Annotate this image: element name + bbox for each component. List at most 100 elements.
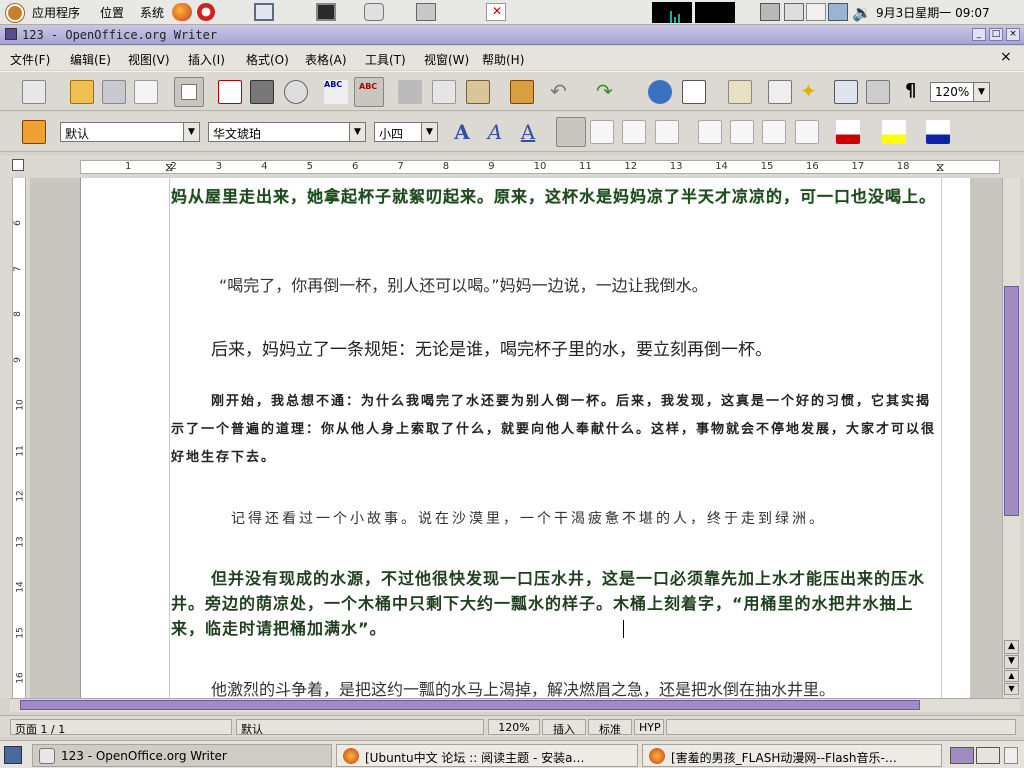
print-icon[interactable] <box>250 80 274 104</box>
chevron-down-icon[interactable]: ▼ <box>349 123 365 141</box>
window-menu-icon[interactable] <box>5 28 17 40</box>
left-indent-marker[interactable]: ⧖ <box>165 160 173 175</box>
numbering-icon[interactable] <box>698 120 722 144</box>
vertical-scrollbar[interactable]: ▲ ▼ ▲ ▼ <box>1002 178 1020 698</box>
places-menu[interactable]: 位置 <box>100 4 124 21</box>
menu-help[interactable]: 帮助(H) <box>482 51 524 68</box>
bullets-icon[interactable] <box>730 120 754 144</box>
workspace-1[interactable] <box>950 747 974 764</box>
ubuntu-logo-icon[interactable] <box>6 4 24 22</box>
monitor-icon[interactable] <box>828 3 848 21</box>
paste-icon[interactable] <box>466 80 490 104</box>
scroll-up-icon[interactable]: ▲ <box>1004 640 1019 654</box>
document-icon[interactable]: ✕ <box>486 3 506 21</box>
maximize-button[interactable]: □ <box>989 28 1003 41</box>
page-indicator[interactable]: 页面 1 / 1 <box>10 719 232 736</box>
menu-tools[interactable]: 工具(T) <box>365 51 406 68</box>
auto-spellcheck-icon[interactable]: ABC <box>354 77 384 107</box>
bold-icon[interactable]: A <box>450 120 474 144</box>
next-page-icon[interactable]: ▼ <box>1004 683 1019 695</box>
increase-indent-icon[interactable] <box>795 120 819 144</box>
system-menu[interactable]: 系统 <box>140 4 164 21</box>
vertical-ruler-strip[interactable]: 6 7 8 9 10 11 12 13 14 15 16 <box>12 178 26 698</box>
scroll-down-icon[interactable]: ▼ <box>1004 655 1019 669</box>
task-firefox-flash[interactable]: [害羞的男孩_FLASH动漫网--Flash音乐-… <box>642 744 942 767</box>
redo-icon[interactable]: ↷ <box>596 80 620 104</box>
horizontal-scrollbar[interactable] <box>10 698 1020 712</box>
insert-mode[interactable]: 插入 <box>542 719 586 736</box>
font-size-select[interactable]: 小四 ▼ <box>374 122 438 142</box>
close-window-button[interactable]: × <box>1006 28 1020 41</box>
styles-formatting-icon[interactable] <box>22 120 46 144</box>
copy-icon[interactable] <box>432 80 456 104</box>
open-folder-icon[interactable] <box>70 80 94 104</box>
terminal-icon[interactable] <box>316 3 336 21</box>
gallery-icon[interactable] <box>834 80 858 104</box>
chevron-down-icon[interactable]: ▼ <box>421 123 437 141</box>
paragraph-3[interactable]: 后来，妈妈立了一条规矩：无论是谁，喝完杯子里的水，要立刻再倒一杯。 <box>171 335 941 360</box>
menu-table[interactable]: 表格(A) <box>305 51 347 68</box>
clock[interactable]: 9月3日星期一 09:07 <box>876 4 990 21</box>
paragraph-2[interactable]: “喝完了，你再倒一杯，别人还可以喝。”妈妈一边说，一边让我倒水。 <box>171 272 941 296</box>
table-icon[interactable] <box>682 80 706 104</box>
find-replace-icon[interactable] <box>768 80 792 104</box>
highlight-icon[interactable] <box>882 120 906 144</box>
scroll-thumb[interactable] <box>1004 286 1019 516</box>
paragraph-4[interactable]: 刚开始，我总想不通：为什么我喝完了水还要为别人倒一杯。后来，我发现，这真是一个好… <box>171 388 941 472</box>
font-name-select[interactable]: 华文琥珀 ▼ <box>208 122 366 142</box>
package-icon[interactable] <box>416 3 436 21</box>
paragraph-1[interactable]: 妈从屋里走出来，她拿起杯子就絮叨起来。原来，这杯水是妈妈凉了半天才凉凉的，可一口… <box>171 184 941 209</box>
task-openoffice[interactable]: 123 - OpenOffice.org Writer <box>32 744 332 767</box>
page-style[interactable]: 默认 <box>236 719 484 736</box>
format-paintbrush-icon[interactable] <box>510 80 534 104</box>
show-desktop-icon[interactable] <box>4 746 22 764</box>
task-firefox-forum[interactable]: [Ubuntu中文 论坛 :: 阅读主题 - 安装a… <box>336 744 638 767</box>
new-document-icon[interactable] <box>22 80 46 104</box>
align-left-icon[interactable] <box>556 117 586 147</box>
export-pdf-icon[interactable] <box>218 80 242 104</box>
hyperlink-icon[interactable] <box>648 80 672 104</box>
hscroll-thumb[interactable] <box>20 700 920 710</box>
italic-icon[interactable]: A <box>483 120 507 144</box>
selection-mode[interactable]: 标准 <box>588 719 632 736</box>
email-icon[interactable] <box>134 80 158 104</box>
paragraph-6[interactable]: 但并没有现成的水源，不过他很快发现一口压水井，这是一口必须靠先加上水才能压出来的… <box>171 566 941 641</box>
close-document-button[interactable]: × <box>1000 49 1012 65</box>
tab-stop-icon[interactable] <box>12 159 24 171</box>
edit-mode-icon[interactable] <box>174 77 204 107</box>
chevron-down-icon[interactable]: ▼ <box>183 123 199 141</box>
volume-icon[interactable]: 🔉 <box>852 3 872 22</box>
help-lifebuoy-icon[interactable] <box>196 3 216 21</box>
network-icon[interactable] <box>760 3 780 21</box>
ruler-strip[interactable]: 1 2 3 4 5 6 7 8 9 10 11 12 13 14 15 16 17 18 ⧖ ⧖ <box>80 160 1000 174</box>
save-icon[interactable] <box>102 80 126 104</box>
underline-icon[interactable]: A <box>516 120 540 144</box>
paragraph-style-select[interactable]: 默认 ▼ <box>60 122 200 142</box>
previous-page-icon[interactable]: ▲ <box>1004 670 1019 682</box>
applications-menu[interactable]: 应用程序 <box>32 4 80 21</box>
justify-icon[interactable] <box>655 120 679 144</box>
zoom-status[interactable]: 120% <box>488 719 540 735</box>
right-indent-marker[interactable]: ⧖ <box>936 160 944 175</box>
disc-icon[interactable] <box>364 3 384 21</box>
minimize-button[interactable]: _ <box>972 28 986 41</box>
align-center-icon[interactable] <box>590 120 614 144</box>
formatting-marks-icon[interactable]: ¶ <box>905 80 916 101</box>
data-sources-icon[interactable] <box>866 80 890 104</box>
menu-window[interactable]: 视窗(W) <box>424 51 469 68</box>
firefox-icon[interactable] <box>172 3 192 21</box>
draw-functions-icon[interactable] <box>728 80 752 104</box>
workspace-2[interactable] <box>976 747 1000 764</box>
background-color-icon[interactable] <box>926 120 950 144</box>
paragraph-5[interactable]: 记得还看过一个小故事。说在沙漠里，一个干渴疲惫不堪的人，终于走到绿洲。 <box>171 508 941 528</box>
cut-icon[interactable] <box>398 80 422 104</box>
network-monitor-graph[interactable] <box>695 2 735 23</box>
menu-view[interactable]: 视图(V) <box>128 51 170 68</box>
menu-format[interactable]: 格式(O) <box>246 51 289 68</box>
menu-insert[interactable]: 插入(I) <box>188 51 225 68</box>
print-preview-icon[interactable] <box>284 80 308 104</box>
align-right-icon[interactable] <box>622 120 646 144</box>
chevron-down-icon[interactable]: ▼ <box>973 83 989 101</box>
undo-icon[interactable]: ↶ <box>550 80 574 104</box>
system-monitor-graph[interactable] <box>652 2 692 23</box>
